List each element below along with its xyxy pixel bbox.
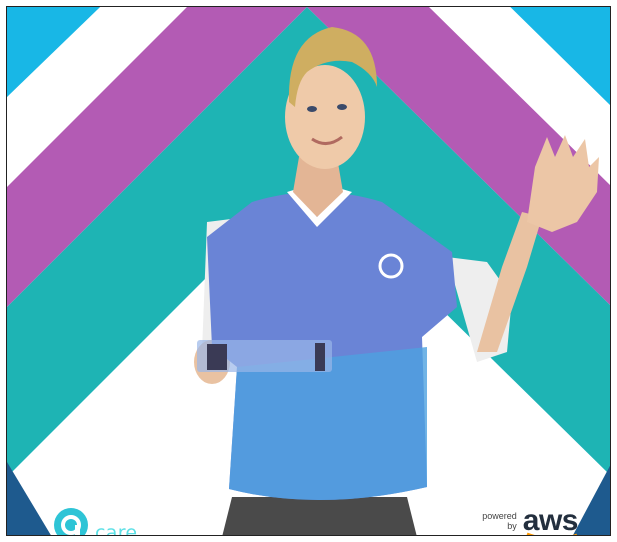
avatar-pants <box>222 497 417 535</box>
avatar-eye-left <box>307 106 317 112</box>
phone-device <box>207 344 227 370</box>
powered-by-aws: powered by aws <box>482 504 579 535</box>
brand-word-care: care <box>95 522 138 536</box>
illustration-frame: addison care powered by aws <box>6 6 611 536</box>
aws-smile-icon <box>526 532 577 535</box>
addison-care-brand: addison care <box>53 507 172 536</box>
by-label: by <box>507 521 517 531</box>
phone-edge <box>315 343 325 371</box>
avatar-eye-right <box>337 104 347 110</box>
addison-logo-icon <box>54 508 88 535</box>
powered-label: powered <box>482 511 517 521</box>
scene-illustration <box>7 7 610 535</box>
